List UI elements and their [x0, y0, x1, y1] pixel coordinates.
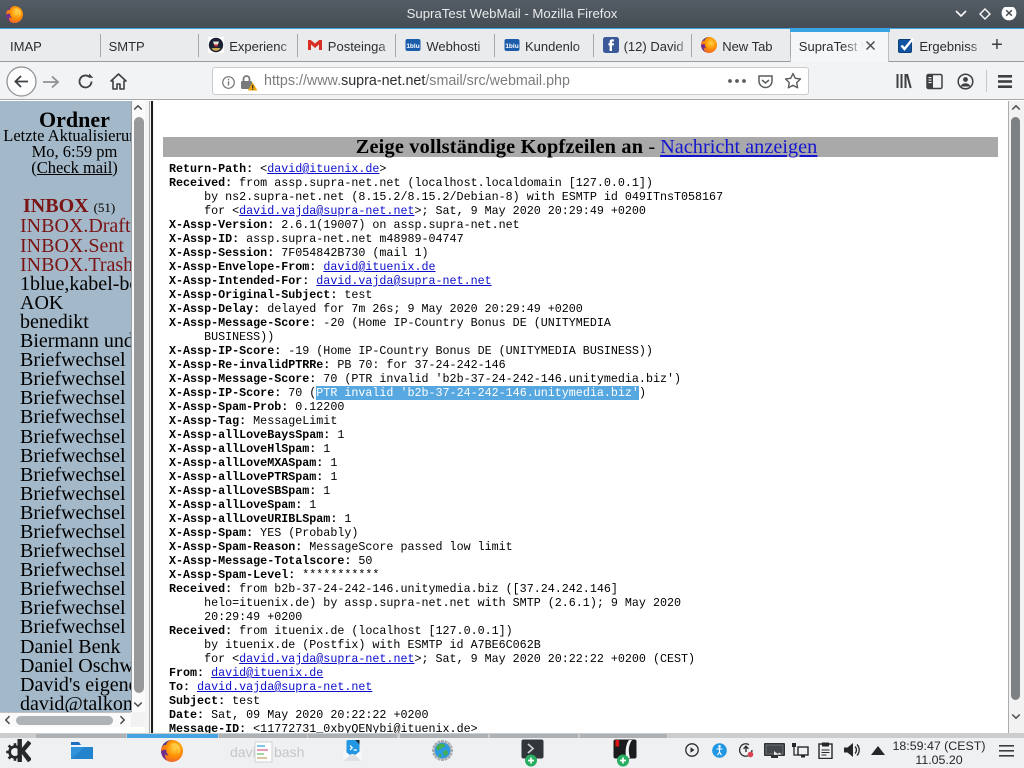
svg-text:1blu: 1blu — [505, 43, 518, 50]
svg-text:1blu: 1blu — [407, 43, 420, 50]
